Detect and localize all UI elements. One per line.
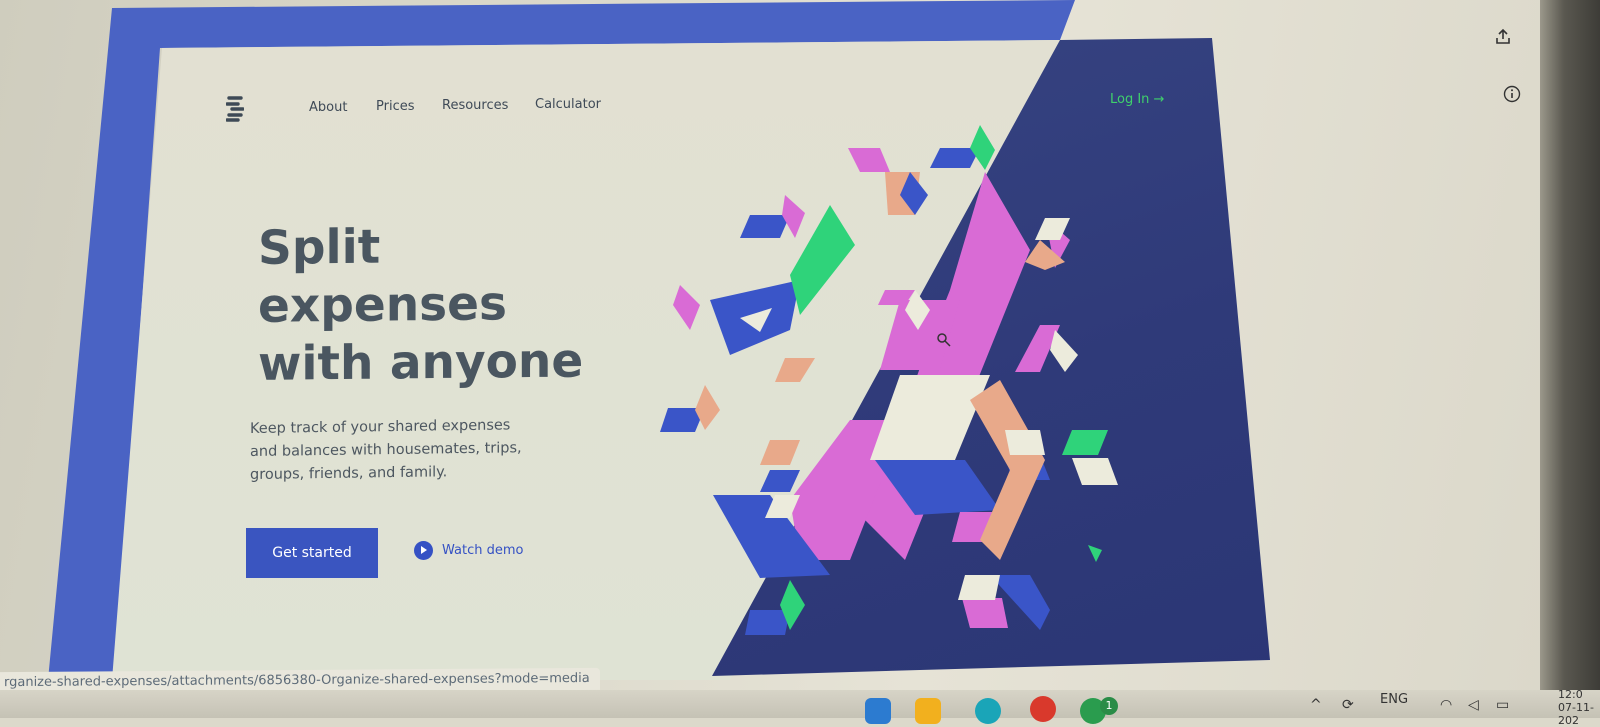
edge-icon[interactable] (975, 698, 1001, 724)
info-icon[interactable] (1503, 85, 1521, 103)
peach-tile (775, 358, 815, 382)
chrome-icon[interactable] (1030, 696, 1056, 722)
clock[interactable]: 12:0 07-11-202 (1558, 688, 1600, 727)
share-icon[interactable] (1494, 28, 1512, 46)
cream-tile (1050, 330, 1078, 372)
notification-badge: 1 (1100, 697, 1118, 715)
green-shard (1088, 545, 1102, 562)
cream-block (870, 375, 990, 460)
green-shard (970, 125, 995, 170)
magenta-tile (782, 195, 805, 238)
blue-tile (760, 470, 800, 492)
language-indicator[interactable]: ENG (1380, 692, 1408, 707)
magenta-tile (848, 148, 890, 172)
cream-tile (1072, 458, 1118, 485)
magenta-tile (962, 598, 1008, 628)
webpage: About Prices Resources Calculator Log In… (0, 0, 1600, 680)
folder-icon[interactable] (915, 698, 941, 724)
monitor-bezel (1540, 0, 1600, 718)
clock-date: 07-11-202 (1558, 701, 1594, 727)
app-icon[interactable] (865, 698, 891, 724)
blue-tile (745, 610, 790, 635)
green-shard (1062, 430, 1108, 455)
blue-tile (740, 215, 790, 238)
peach-tile (695, 385, 720, 430)
taskbar (0, 690, 1600, 718)
cream-tile (958, 575, 1000, 600)
clock-time: 12:0 (1558, 688, 1583, 701)
magenta-tile (673, 285, 700, 330)
peach-tile (760, 440, 800, 465)
battery-icon[interactable]: ▭ (1496, 697, 1509, 713)
cream-tile (1005, 430, 1045, 455)
sync-icon[interactable]: ⟳ (1342, 697, 1354, 713)
chevron-up-icon[interactable]: ^ (1310, 697, 1322, 713)
volume-icon[interactable]: ◁ (1468, 697, 1479, 713)
isometric-illustration (660, 125, 1118, 635)
wifi-icon[interactable]: ◠ (1440, 697, 1452, 713)
